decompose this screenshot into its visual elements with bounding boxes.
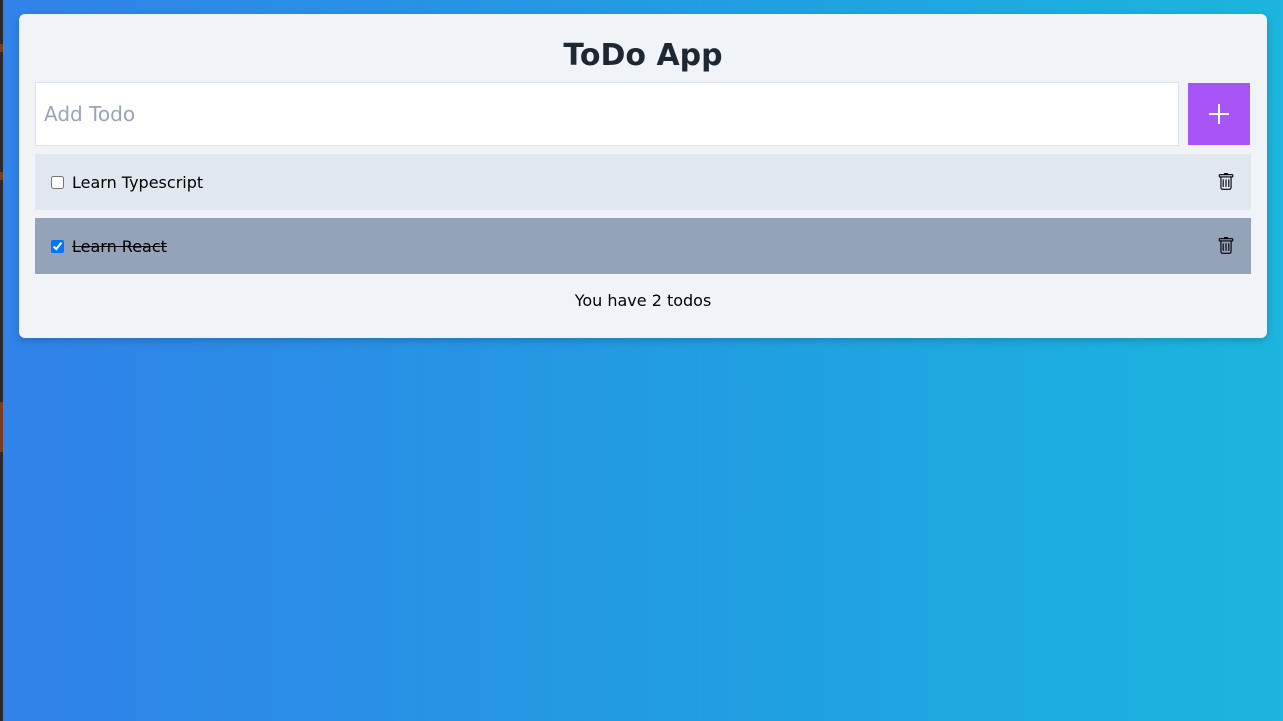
trash-icon: [1218, 173, 1234, 190]
todo-count: You have 2 todos: [574, 291, 712, 310]
todo-card: ToDo App Learn Typescript Learn React Yo…: [19, 14, 1267, 338]
todo-item: Learn React: [35, 218, 1251, 274]
window-edge: [0, 0, 3, 721]
add-todo-input[interactable]: [35, 82, 1179, 146]
plus-icon: [1209, 104, 1229, 124]
todo-checkbox[interactable]: [51, 239, 64, 253]
window-edge-mark: [0, 44, 3, 52]
delete-todo-button[interactable]: [1217, 237, 1235, 255]
window-edge-mark: [0, 402, 3, 452]
todo-label: Learn Typescript: [72, 172, 204, 192]
todo-label: Learn React: [72, 236, 167, 256]
window-edge-mark: [0, 172, 3, 180]
delete-todo-button[interactable]: [1217, 173, 1235, 191]
todo-checkbox[interactable]: [51, 175, 64, 189]
trash-icon: [1218, 237, 1234, 254]
todo-item: Learn Typescript: [35, 154, 1251, 210]
page-title: ToDo App: [563, 38, 723, 73]
add-todo-button[interactable]: [1188, 83, 1250, 145]
